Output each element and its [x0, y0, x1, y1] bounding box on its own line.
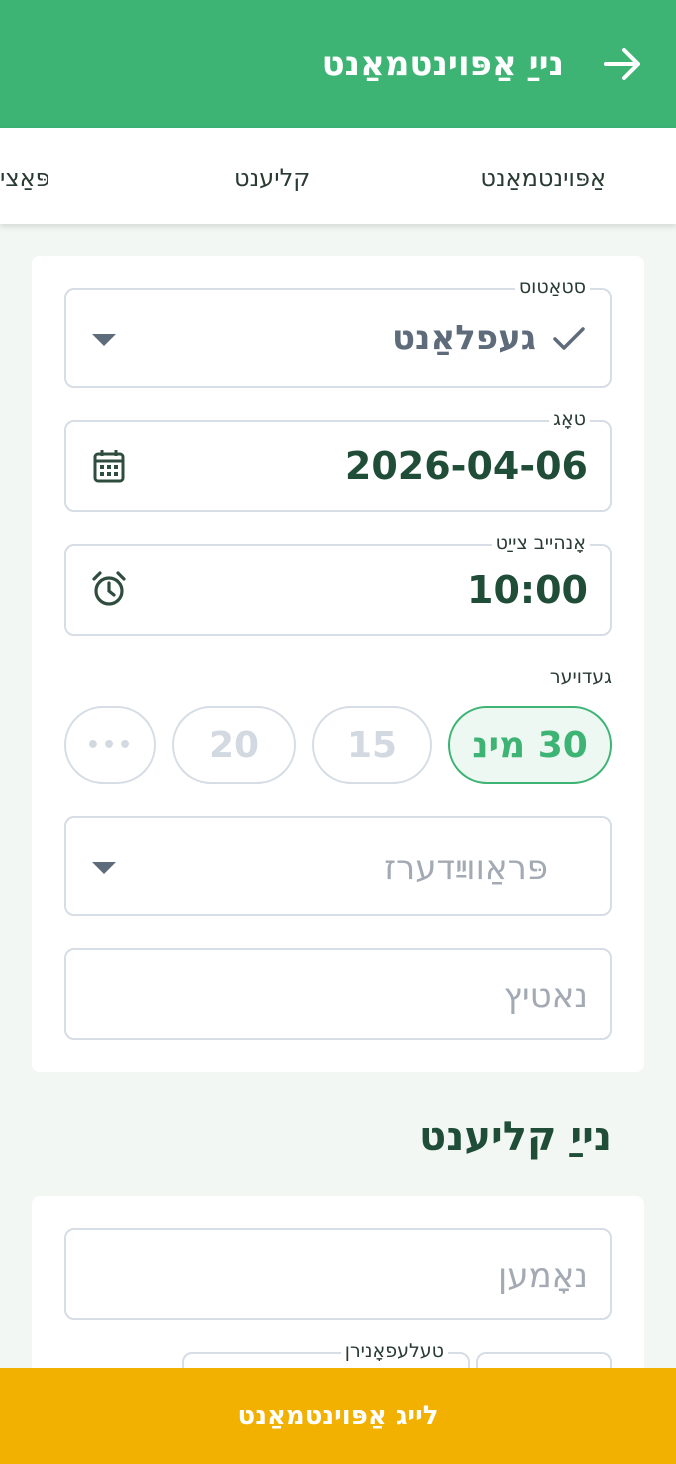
duration-option-30[interactable]: 30 מינ: [448, 706, 612, 784]
chevron-down-icon: [92, 334, 116, 346]
notes-input[interactable]: נאטיץ: [64, 948, 612, 1040]
client-name-input[interactable]: נאָמען: [64, 1228, 612, 1320]
date-field[interactable]: טאָג 2026-04-06: [64, 408, 612, 512]
alarm-clock-icon[interactable]: [90, 570, 128, 608]
providers-placeholder: פּראַווײַדערז: [384, 848, 548, 888]
status-label: סטאַטוס: [514, 276, 590, 298]
more-options-icon[interactable]: •••: [64, 706, 156, 784]
duration-option-20[interactable]: 20: [172, 706, 296, 784]
arrow-right-icon[interactable]: [602, 44, 642, 84]
duration-label: געדויער: [549, 666, 612, 688]
app-bar: נייַ אַפּוינטמאַנט: [0, 0, 676, 128]
tab-client[interactable]: קליענט: [234, 164, 310, 192]
duration-option-15[interactable]: 15: [312, 706, 432, 784]
client-name-placeholder: נאָמען: [498, 1256, 588, 1296]
date-label: טאָג: [549, 408, 590, 430]
appointment-card: סטאַטוס געפלאַנט טאָג 2026-04-06 אָנהייב…: [32, 256, 644, 1072]
notes-placeholder: נאטיץ: [503, 976, 588, 1016]
status-value: געפלאַנט: [391, 318, 536, 358]
start-time-value: 10:00: [467, 568, 588, 612]
add-appointment-button[interactable]: לייג אַפּוינטמאַנט: [0, 1368, 676, 1464]
tab-bar: אַפּוינטמאַנט קליענט פּאַצי: [0, 128, 676, 224]
start-time-label: אָנהייב צייַט: [491, 532, 590, 554]
date-value: 2026-04-06: [344, 444, 588, 488]
tab-appointment[interactable]: אַפּוינטמאַנט: [480, 164, 606, 192]
page-title: נייַ אַפּוינטמאַנט: [321, 44, 564, 84]
tab-patient[interactable]: פּאַצי: [0, 164, 48, 192]
status-select[interactable]: סטאַטוס געפלאַנט: [64, 276, 612, 388]
start-time-field[interactable]: אָנהייב צייַט 10:00: [64, 532, 612, 636]
new-client-title: נייַ קליענט: [419, 1114, 612, 1160]
calendar-icon[interactable]: [92, 448, 126, 484]
providers-select[interactable]: פּראַווײַדערז: [64, 816, 612, 916]
phone-label: טעלעפאָנירן: [340, 1340, 448, 1362]
new-client-card: נאָמען טעלעפאָנירן: [32, 1196, 644, 1432]
chevron-down-icon: [92, 862, 116, 874]
check-icon: [553, 327, 585, 350]
